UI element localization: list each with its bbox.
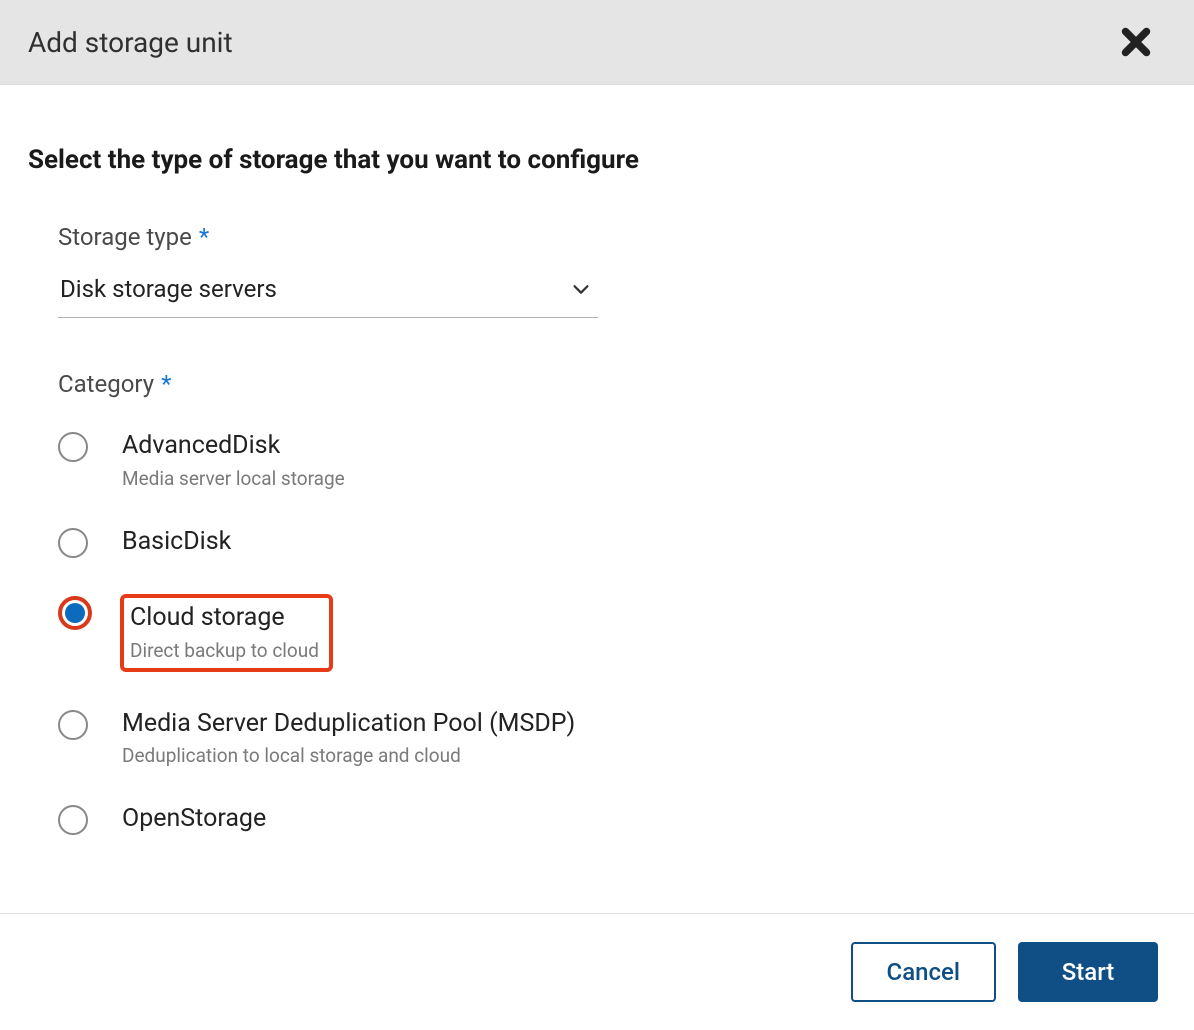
chevron-down-icon <box>570 278 592 300</box>
category-option-openstorage: OpenStorage <box>58 803 1166 836</box>
radio-title: AdvancedDisk <box>122 430 345 463</box>
category-radio-list: AdvancedDisk Media server local storage … <box>58 430 1166 836</box>
cancel-button[interactable]: Cancel <box>851 942 996 1002</box>
category-option-advanceddisk: AdvancedDisk Media server local storage <box>58 430 1166 490</box>
radio-button[interactable] <box>58 528 88 558</box>
radio-labels: Media Server Deduplication Pool (MSDP) D… <box>122 708 575 768</box>
radio-button[interactable] <box>58 710 88 740</box>
storage-type-label: Storage type <box>58 223 192 251</box>
storage-type-select[interactable]: Disk storage servers <box>58 271 598 318</box>
radio-button[interactable] <box>58 805 88 835</box>
radio-button[interactable] <box>58 596 92 630</box>
storage-type-value: Disk storage servers <box>60 275 277 303</box>
radio-title: BasicDisk <box>122 526 231 559</box>
radio-labels: OpenStorage <box>122 803 266 836</box>
radio-description: Deduplication to local storage and cloud <box>122 744 575 767</box>
dialog-footer: Cancel Start <box>0 913 1194 1030</box>
radio-title: OpenStorage <box>122 803 266 836</box>
dialog-body: Select the type of storage that you want… <box>0 85 1194 913</box>
category-option-basicdisk: BasicDisk <box>58 526 1166 559</box>
radio-labels-highlighted: Cloud storage Direct backup to cloud <box>120 594 333 672</box>
radio-title: Cloud storage <box>130 602 319 635</box>
category-option-cloud-storage: Cloud storage Direct backup to cloud <box>58 594 1166 672</box>
dialog-title: Add storage unit <box>28 26 233 59</box>
add-storage-unit-dialog: Add storage unit Select the type of stor… <box>0 0 1194 1030</box>
radio-button[interactable] <box>58 432 88 462</box>
radio-description: Direct backup to cloud <box>130 639 319 662</box>
section-heading: Select the type of storage that you want… <box>28 145 1166 175</box>
category-label: Category <box>58 370 154 398</box>
start-button[interactable]: Start <box>1018 942 1158 1002</box>
radio-description: Media server local storage <box>122 467 345 490</box>
dialog-header: Add storage unit <box>0 0 1194 85</box>
required-indicator: * <box>161 370 171 398</box>
required-indicator: * <box>199 223 209 251</box>
storage-type-group: Storage type * Disk storage servers <box>58 223 1166 318</box>
category-group: Category * AdvancedDisk Media server loc… <box>58 370 1166 836</box>
radio-title: Media Server Deduplication Pool (MSDP) <box>122 708 575 741</box>
radio-labels: BasicDisk <box>122 526 231 559</box>
radio-labels: AdvancedDisk Media server local storage <box>122 430 345 490</box>
close-button[interactable] <box>1118 24 1154 60</box>
close-icon <box>1118 24 1154 60</box>
category-option-msdp: Media Server Deduplication Pool (MSDP) D… <box>58 708 1166 768</box>
